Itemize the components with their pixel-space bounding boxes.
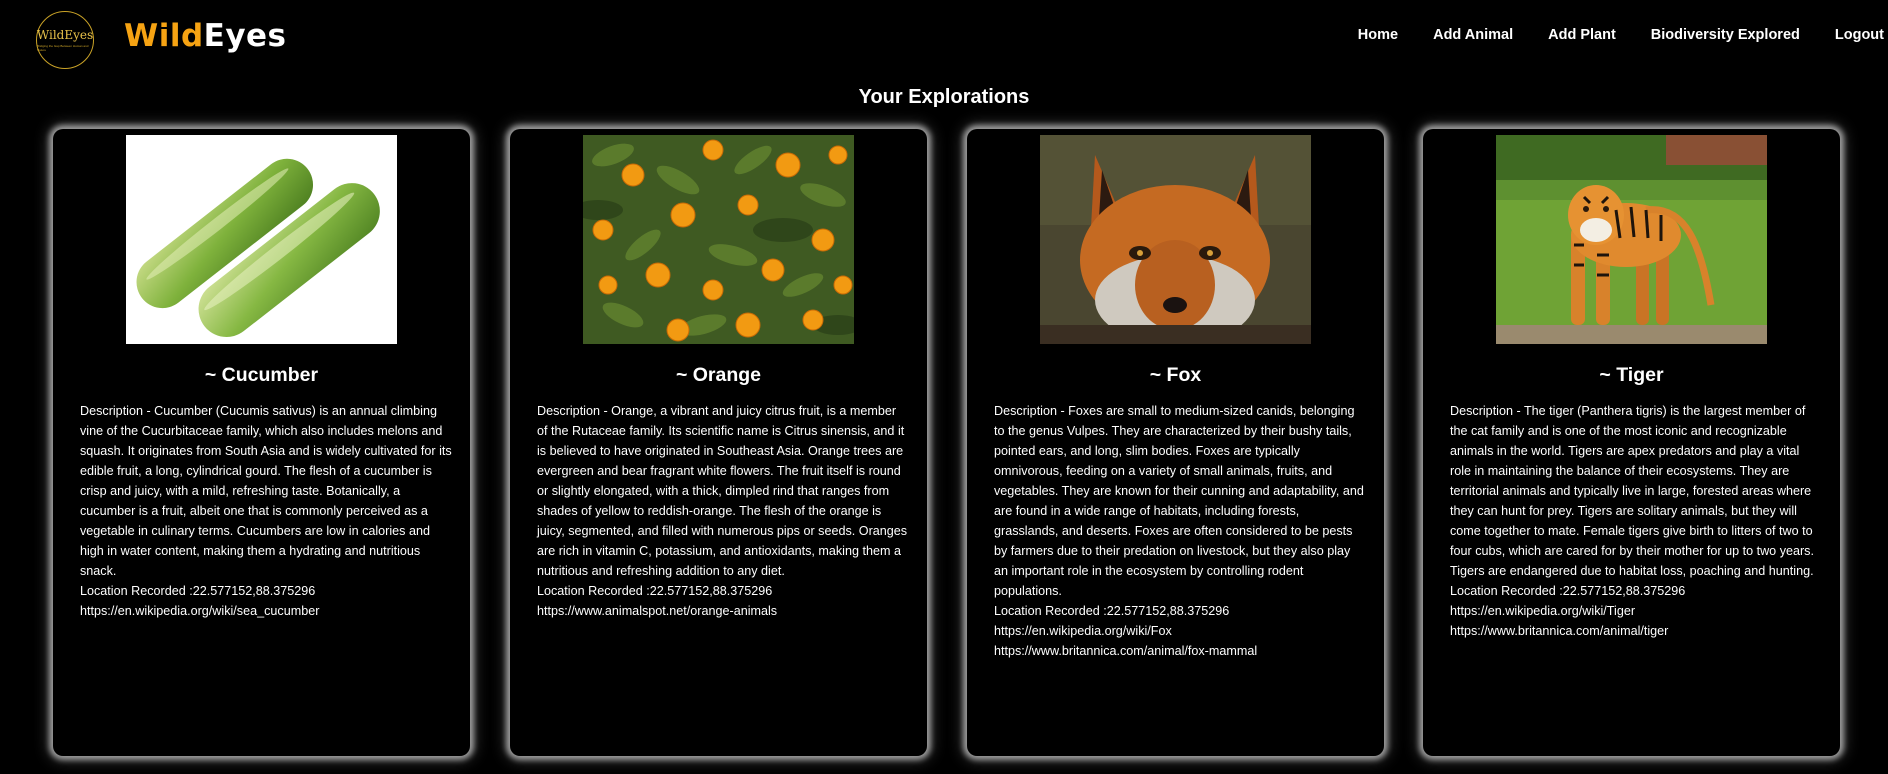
card-title: ~ Tiger: [1599, 364, 1664, 386]
brand-name[interactable]: WildEyes: [124, 18, 287, 54]
card-title: ~ Cucumber: [204, 364, 319, 386]
card-title: ~ Orange: [675, 364, 762, 386]
card-body: Description - The tiger (Panthera tigris…: [1450, 401, 1822, 641]
page-title: Your Explorations: [858, 86, 1030, 108]
card-description: Description - Cucumber (Cucumis sativus)…: [80, 404, 452, 578]
logo-badge-tagline: Bridging the Gap Between Human and Natur…: [37, 43, 89, 52]
card-body: Description - Cucumber (Cucumis sativus)…: [80, 401, 452, 621]
explorations-grid: ~ Cucumber Description - Cucumber (Cucum…: [53, 129, 1841, 756]
tiger-image: [1496, 135, 1767, 344]
card-reference-link[interactable]: https://www.animalspot.net/orange-animal…: [537, 601, 909, 621]
card-description: Description - Orange, a vibrant and juic…: [537, 404, 908, 578]
cucumber-image: [126, 135, 397, 344]
orange-tree-photo: [583, 135, 854, 344]
navbar: WildEyes Bridging the Gap Between Human …: [0, 0, 1888, 80]
card-body: Description - Orange, a vibrant and juic…: [537, 401, 909, 621]
brand-part-wild: Wild: [124, 18, 204, 54]
card-reference-link[interactable]: https://www.britannica.com/animal/fox-ma…: [994, 641, 1366, 661]
fox-image: [1040, 135, 1311, 344]
logo-badge[interactable]: WildEyes Bridging the Gap Between Human …: [36, 11, 94, 69]
brand-part-eyes: Eyes: [203, 18, 287, 54]
nav-home-link[interactable]: Home: [1358, 27, 1398, 43]
nav-links: Home Add Animal Add Plant Biodiversity E…: [1358, 27, 1884, 43]
card-location: Location Recorded :22.577152,88.375296: [994, 604, 1230, 618]
card-reference-link[interactable]: https://en.wikipedia.org/wiki/sea_cucumb…: [80, 601, 452, 621]
fox-photo: [1040, 135, 1311, 344]
card-title: ~ Fox: [1149, 364, 1202, 386]
exploration-card-tiger: ~ Tiger Description - The tiger (Panther…: [1423, 129, 1840, 756]
exploration-card-orange: ~ Orange Description - Orange, a vibrant…: [510, 129, 927, 756]
card-reference-link[interactable]: https://en.wikipedia.org/wiki/Tiger: [1450, 601, 1822, 621]
tiger-photo: [1496, 135, 1767, 344]
exploration-card-cucumber: ~ Cucumber Description - Cucumber (Cucum…: [53, 129, 470, 756]
cucumber-photo: [126, 135, 397, 344]
card-location: Location Recorded :22.577152,88.375296: [80, 584, 316, 598]
card-body: Description - Foxes are small to medium-…: [994, 401, 1366, 661]
orange-tree-image: [583, 135, 854, 344]
card-description: Description - Foxes are small to medium-…: [994, 404, 1364, 598]
logo-badge-text: WildEyes: [36, 27, 94, 42]
nav-biodiversity-explored-link[interactable]: Biodiversity Explored: [1651, 27, 1800, 43]
card-location: Location Recorded :22.577152,88.375296: [1450, 584, 1686, 598]
card-reference-link[interactable]: https://www.britannica.com/animal/tiger: [1450, 621, 1822, 641]
nav-add-animal-link[interactable]: Add Animal: [1433, 27, 1513, 43]
nav-add-plant-link[interactable]: Add Plant: [1548, 27, 1616, 43]
exploration-card-fox: ~ Fox Description - Foxes are small to m…: [967, 129, 1384, 756]
card-location: Location Recorded :22.577152,88.375296: [537, 584, 773, 598]
card-reference-link[interactable]: https://en.wikipedia.org/wiki/Fox: [994, 621, 1366, 641]
nav-logout-link[interactable]: Logout: [1835, 27, 1884, 43]
card-description: Description - The tiger (Panthera tigris…: [1450, 404, 1814, 578]
